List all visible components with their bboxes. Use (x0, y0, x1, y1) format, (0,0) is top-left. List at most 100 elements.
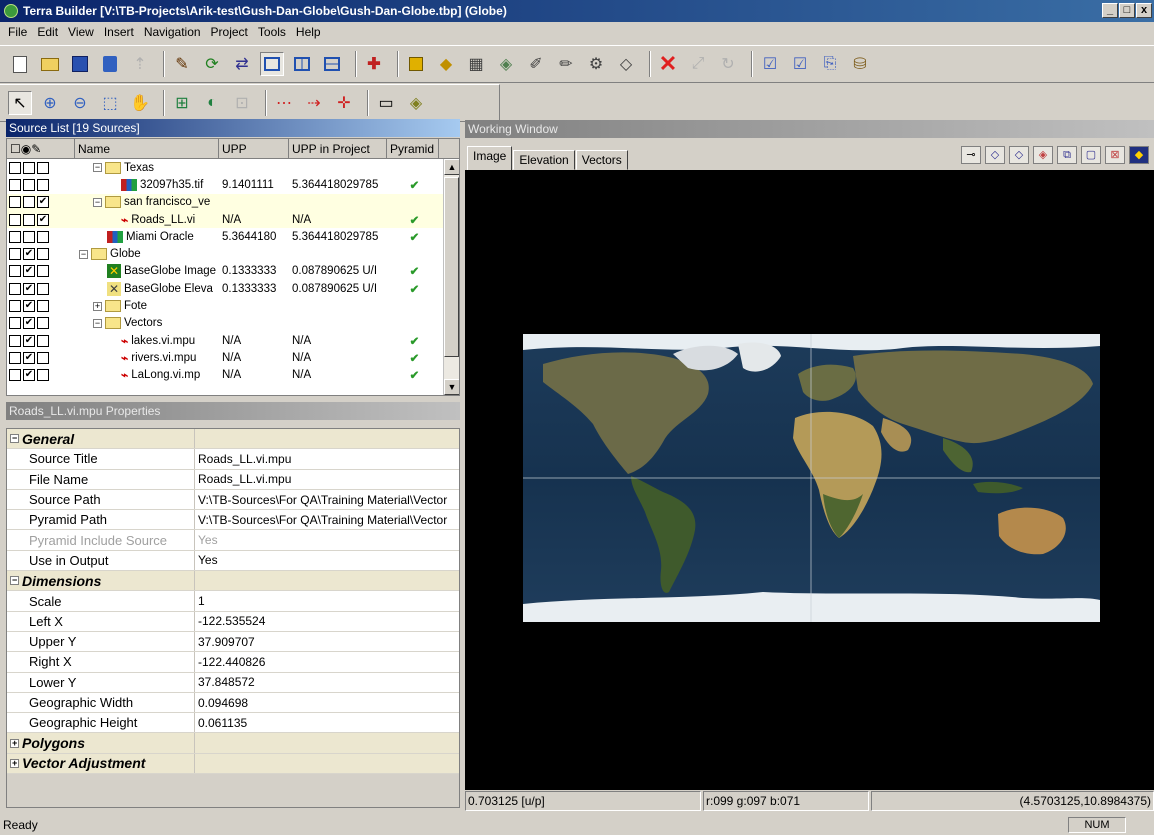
rotate-icon[interactable]: ↻ (716, 52, 740, 76)
scroll-thumb[interactable] (444, 177, 459, 357)
pan-hand-icon[interactable]: ✋ (128, 91, 152, 115)
new-project-icon[interactable] (8, 52, 32, 76)
diamond-icon[interactable]: ◆ (434, 52, 458, 76)
source-row[interactable]: ✔ ⌁ Roads_LL.vi N/A N/A ✔ (7, 210, 459, 229)
grid-icon[interactable]: ▦ (464, 52, 488, 76)
collapse-icon[interactable]: − (93, 318, 102, 328)
source-row[interactable]: ✔ ✕ BaseGlobe Image 0.1333333 0.087890625 U/… (7, 263, 459, 280)
property-value[interactable]: 37.909707 (195, 632, 459, 651)
source-row[interactable]: ✔ − Globe (7, 245, 459, 262)
lock-checkbox[interactable] (9, 300, 21, 313)
lock-checkbox[interactable] (9, 196, 21, 209)
visible-checkbox[interactable] (23, 161, 35, 174)
menu-project[interactable]: Project (206, 25, 253, 39)
tab-vectors[interactable]: Vectors (575, 150, 628, 170)
open-project-icon[interactable] (38, 52, 62, 76)
menu-navigation[interactable]: Navigation (139, 25, 206, 39)
delete-icon[interactable]: ✕ (656, 51, 680, 76)
property-category[interactable]: − Dimensions (7, 571, 459, 592)
check-document-icon[interactable]: ☑ (788, 52, 812, 76)
move-right-icon[interactable]: ⇢ (302, 91, 326, 115)
property-row[interactable]: Pyramid Include Source Yes (7, 530, 459, 551)
visible-checkbox[interactable]: ✔ (23, 282, 35, 295)
select-diamond-icon[interactable]: ◇ (985, 146, 1005, 164)
lock-checkbox[interactable] (9, 369, 21, 382)
zoom-in-icon[interactable]: ⊕ (38, 91, 62, 115)
source-list-scrollbar[interactable]: ▲ ▼ (443, 159, 459, 395)
diamond-x-icon[interactable]: ◈ (1033, 146, 1053, 164)
visible-checkbox[interactable] (23, 178, 35, 191)
link-icon[interactable]: ⤢ (686, 52, 710, 76)
lock-checkbox[interactable] (9, 230, 21, 243)
outline-diamond-icon[interactable]: ◇ (1009, 146, 1029, 164)
lock-checkbox[interactable] (9, 317, 21, 330)
property-value[interactable]: Yes (195, 551, 459, 570)
property-value[interactable]: 1 (195, 591, 459, 610)
check-list-icon[interactable]: ☑ (758, 52, 782, 76)
zoom-extent-icon[interactable]: ⊞ (170, 91, 194, 115)
collapse-icon[interactable]: − (10, 576, 19, 586)
visible-checkbox[interactable]: ✔ (23, 317, 35, 330)
save-download-icon[interactable] (98, 52, 122, 76)
edit-checkbox[interactable] (37, 317, 49, 330)
collapse-icon[interactable]: − (93, 163, 102, 173)
terra-builder-app-icon[interactable] (4, 4, 18, 18)
menu-edit[interactable]: Edit (32, 25, 63, 39)
property-row[interactable]: Upper Y 37.909707 (7, 631, 459, 653)
property-row[interactable]: Right X -122.440826 (7, 652, 459, 673)
fly-icon[interactable]: ◈ (404, 91, 428, 115)
brush-icon[interactable]: ✏ (554, 52, 578, 76)
settings-icon[interactable]: ⚙ (584, 52, 608, 76)
center-icon[interactable]: ✛ (332, 91, 356, 115)
single-view-icon[interactable] (260, 52, 284, 76)
yellow-square-icon[interactable] (404, 52, 428, 76)
property-row[interactable]: Geographic Width 0.094698 (7, 692, 459, 714)
edit-checkbox[interactable]: ✔ (37, 213, 49, 226)
output-icon[interactable]: ⎘ (818, 52, 842, 76)
property-category[interactable]: − General (7, 429, 459, 450)
source-row[interactable]: Miami Oracle 5.3644180 5.364418029785 ✔ (7, 228, 459, 245)
property-row[interactable]: Lower Y 37.848572 (7, 672, 459, 693)
source-row[interactable]: ✔ ✕ BaseGlobe Eleva 0.1333333 0.087890625 U/… (7, 280, 459, 297)
zoom-layer-icon[interactable]: ⊡ (230, 91, 254, 115)
expand-icon[interactable]: + (93, 301, 102, 311)
property-category[interactable]: + Polygons (7, 733, 459, 754)
edit-checkbox[interactable] (37, 351, 49, 364)
visible-checkbox[interactable]: ✔ (23, 369, 35, 382)
lock-checkbox[interactable] (9, 334, 21, 347)
visible-checkbox[interactable] (23, 196, 35, 209)
edit-checkbox[interactable] (37, 248, 49, 261)
upload-icon[interactable]: ⇡ (128, 52, 152, 76)
source-row[interactable]: ✔ ⌁ LaLong.vi.mp N/A N/A ✔ (7, 367, 459, 384)
property-value[interactable]: V:\TB-Sources\For QA\Training Material\V… (195, 490, 459, 509)
tab-elevation[interactable]: Elevation (513, 150, 575, 170)
column-name[interactable]: Name (75, 139, 219, 158)
source-row[interactable]: ✔ − Vectors (7, 315, 459, 332)
lock-checkbox[interactable] (9, 351, 21, 364)
measure-icon[interactable]: ▭ (374, 91, 398, 115)
column-toggles[interactable]: ☐◉✎ (7, 139, 75, 158)
merge-icon[interactable]: ◇ (614, 52, 638, 76)
source-row[interactable]: 32097h35.tif 9.1401111 5.364418029785 ✔ (7, 176, 459, 193)
export-icon[interactable]: ⇄ (230, 52, 254, 76)
visible-checkbox[interactable]: ✔ (23, 351, 35, 364)
edit-checkbox[interactable] (37, 334, 49, 347)
zoom-out-icon[interactable]: ⊖ (68, 91, 92, 115)
property-value[interactable]: 0.061135 (195, 713, 459, 732)
expand-icon[interactable]: + (10, 738, 19, 748)
column-upp[interactable]: UPP (219, 139, 289, 158)
world-map-image[interactable] (523, 334, 1100, 622)
edit-properties-icon[interactable]: ✎ (170, 52, 194, 76)
pencil-icon[interactable]: ✐ (524, 52, 548, 76)
property-row[interactable]: Use in Output Yes (7, 550, 459, 572)
menu-help[interactable]: Help (291, 25, 326, 39)
property-category[interactable]: + Vector Adjustment (7, 753, 459, 775)
property-row[interactable]: Left X -122.535524 (7, 611, 459, 632)
edit-checkbox[interactable] (37, 161, 49, 174)
source-row[interactable]: ✔ ⌁ rivers.vi.mpu N/A N/A ✔ (7, 349, 459, 366)
lock-checkbox[interactable] (9, 282, 21, 295)
visible-checkbox[interactable]: ✔ (23, 300, 35, 313)
edit-checkbox[interactable] (37, 230, 49, 243)
property-value[interactable]: 0.094698 (195, 693, 459, 712)
visible-checkbox[interactable]: ✔ (23, 265, 35, 278)
